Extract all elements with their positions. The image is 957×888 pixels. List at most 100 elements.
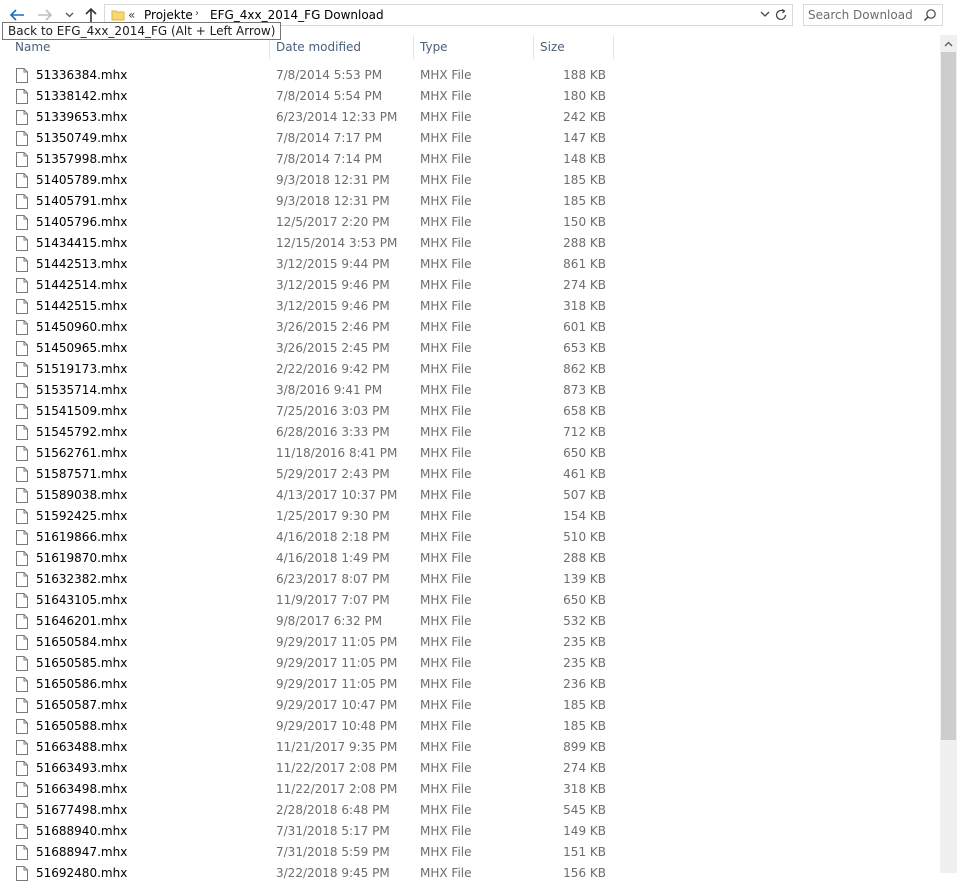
- file-icon: [16, 68, 28, 84]
- address-history-chevron-icon[interactable]: [760, 9, 770, 19]
- file-type: MHX File: [420, 383, 472, 397]
- file-row[interactable]: 51692480.mhx 3/22/2018 9:45 PM MHX File 156…: [0, 863, 940, 884]
- file-row[interactable]: 51663488.mhx 11/21/2017 9:35 PM MHX File 89…: [0, 737, 940, 758]
- file-type: MHX File: [420, 593, 472, 607]
- chevron-up-icon: [944, 41, 953, 46]
- file-size: 185 KB: [563, 719, 606, 733]
- file-row[interactable]: 51650585.mhx 9/29/2017 11:05 PM MHX File 23…: [0, 653, 940, 674]
- file-row[interactable]: 51592425.mhx 1/25/2017 9:30 PM MHX File 154…: [0, 506, 940, 527]
- file-row[interactable]: 51442513.mhx 3/12/2015 9:44 PM MHX File 861…: [0, 254, 940, 275]
- file-date-modified: 2/22/2016 9:42 PM: [276, 362, 390, 376]
- breadcrumb-item[interactable]: Projekte: [144, 8, 193, 22]
- file-icon: [16, 236, 28, 252]
- file-row[interactable]: 51338142.mhx 7/8/2014 5:54 PM MHX File 180 …: [0, 86, 940, 107]
- file-icon: [16, 341, 28, 357]
- file-row[interactable]: 51562761.mhx 11/18/2016 8:41 PM MHX File 65…: [0, 443, 940, 464]
- file-row[interactable]: 51677498.mhx 2/28/2018 6:48 PM MHX File 545…: [0, 800, 940, 821]
- file-row[interactable]: 51535714.mhx 3/8/2016 9:41 PM MHX File 873 …: [0, 380, 940, 401]
- file-icon: [16, 635, 28, 651]
- refresh-icon[interactable]: [774, 8, 788, 22]
- file-icon: [16, 194, 28, 210]
- column-header-size[interactable]: Size: [540, 35, 565, 59]
- file-row[interactable]: 51650584.mhx 9/29/2017 11:05 PM MHX File 23…: [0, 632, 940, 653]
- file-row[interactable]: 51336384.mhx 7/8/2014 5:53 PM MHX File 188 …: [0, 65, 940, 86]
- scroll-up-button[interactable]: [940, 35, 957, 52]
- file-row[interactable]: 51405796.mhx 12/5/2017 2:20 PM MHX File 150…: [0, 212, 940, 233]
- file-row[interactable]: 51357998.mhx 7/8/2014 7:14 PM MHX File 148 …: [0, 149, 940, 170]
- file-row[interactable]: 51450960.mhx 3/26/2015 2:46 PM MHX File 601…: [0, 317, 940, 338]
- file-size: 185 KB: [563, 194, 606, 208]
- scrollbar-thumb[interactable]: [941, 52, 956, 740]
- file-row[interactable]: 51587571.mhx 5/29/2017 2:43 PM MHX File 461…: [0, 464, 940, 485]
- vertical-scrollbar[interactable]: [940, 35, 957, 873]
- file-date-modified: 9/29/2017 10:48 PM: [276, 719, 398, 733]
- breadcrumb-separator[interactable]: ›: [195, 8, 199, 19]
- file-row[interactable]: 51650588.mhx 9/29/2017 10:48 PM MHX File 18…: [0, 716, 940, 737]
- file-icon: [16, 761, 28, 777]
- file-type: MHX File: [420, 446, 472, 460]
- file-name: 51619870.mhx: [36, 551, 128, 565]
- search-input[interactable]: [808, 6, 918, 24]
- file-row[interactable]: 51589038.mhx 4/13/2017 10:37 PM MHX File 50…: [0, 485, 940, 506]
- file-date-modified: 2/28/2018 6:48 PM: [276, 803, 390, 817]
- file-size: 236 KB: [563, 677, 606, 691]
- column-divider[interactable]: [613, 35, 614, 59]
- breadcrumb-current[interactable]: Download: [324, 8, 384, 22]
- file-row[interactable]: 51650587.mhx 9/29/2017 10:47 PM MHX File 18…: [0, 695, 940, 716]
- search-box[interactable]: [803, 4, 943, 26]
- breadcrumb-overflow[interactable]: «: [128, 8, 135, 22]
- file-icon: [16, 110, 28, 126]
- file-row[interactable]: 51339653.mhx 6/23/2014 12:33 PM MHX File 24…: [0, 107, 940, 128]
- file-row[interactable]: 51519173.mhx 2/22/2016 9:42 PM MHX File 862…: [0, 359, 940, 380]
- file-row[interactable]: 51663493.mhx 11/22/2017 2:08 PM MHX File 27…: [0, 758, 940, 779]
- file-row[interactable]: 51650586.mhx 9/29/2017 11:05 PM MHX File 23…: [0, 674, 940, 695]
- breadcrumb-separator[interactable]: ›: [311, 8, 315, 19]
- file-size: 653 KB: [563, 341, 606, 355]
- file-row[interactable]: 51405789.mhx 9/3/2018 12:31 PM MHX File 185…: [0, 170, 940, 191]
- file-row[interactable]: 51619866.mhx 4/16/2018 2:18 PM MHX File 510…: [0, 527, 940, 548]
- file-type: MHX File: [420, 131, 472, 145]
- file-name: 51650588.mhx: [36, 719, 128, 733]
- file-name: 51562761.mhx: [36, 446, 128, 460]
- file-row[interactable]: 51643105.mhx 11/9/2017 7:07 PM MHX File 650…: [0, 590, 940, 611]
- file-row[interactable]: 51545792.mhx 6/28/2016 3:33 PM MHX File 712…: [0, 422, 940, 443]
- file-date-modified: 9/29/2017 11:05 PM: [276, 656, 398, 670]
- file-size: 461 KB: [563, 467, 606, 481]
- file-date-modified: 3/12/2015 9:46 PM: [276, 299, 390, 313]
- file-icon: [16, 719, 28, 735]
- file-row[interactable]: 51646201.mhx 9/8/2017 6:32 PM MHX File 532 …: [0, 611, 940, 632]
- column-header-date[interactable]: Date modified: [276, 35, 361, 59]
- file-size: 288 KB: [563, 551, 606, 565]
- file-row[interactable]: 51632382.mhx 6/23/2017 8:07 PM MHX File 139…: [0, 569, 940, 590]
- column-divider[interactable]: [413, 35, 414, 59]
- file-date-modified: 7/31/2018 5:17 PM: [276, 824, 390, 838]
- file-type: MHX File: [420, 656, 472, 670]
- file-row[interactable]: 51541509.mhx 7/25/2016 3:03 PM MHX File 658…: [0, 401, 940, 422]
- file-row[interactable]: 51442514.mhx 3/12/2015 9:46 PM MHX File 274…: [0, 275, 940, 296]
- file-row[interactable]: 51350749.mhx 7/8/2014 7:17 PM MHX File 147 …: [0, 128, 940, 149]
- file-type: MHX File: [420, 845, 472, 859]
- file-date-modified: 11/22/2017 2:08 PM: [276, 761, 398, 775]
- file-row[interactable]: 51405791.mhx 9/3/2018 12:31 PM MHX File 185…: [0, 191, 940, 212]
- arrow-right-icon: [38, 9, 53, 21]
- breadcrumb-item[interactable]: EFG_4xx_2014_FG: [210, 8, 320, 22]
- file-row[interactable]: 51688947.mhx 7/31/2018 5:59 PM MHX File 151…: [0, 842, 940, 863]
- search-icon[interactable]: [923, 8, 937, 22]
- file-icon: [16, 572, 28, 588]
- file-icon: [16, 383, 28, 399]
- file-size: 712 KB: [563, 425, 606, 439]
- file-row[interactable]: 51688940.mhx 7/31/2018 5:17 PM MHX File 149…: [0, 821, 940, 842]
- file-size: 147 KB: [563, 131, 606, 145]
- file-type: MHX File: [420, 257, 472, 271]
- file-date-modified: 3/26/2015 2:45 PM: [276, 341, 390, 355]
- file-name: 51663498.mhx: [36, 782, 128, 796]
- file-row[interactable]: 51663498.mhx 11/22/2017 2:08 PM MHX File 31…: [0, 779, 940, 800]
- file-size: 150 KB: [563, 215, 606, 229]
- file-row[interactable]: 51442515.mhx 3/12/2015 9:46 PM MHX File 318…: [0, 296, 940, 317]
- file-row[interactable]: 51450965.mhx 3/26/2015 2:45 PM MHX File 653…: [0, 338, 940, 359]
- file-row[interactable]: 51434415.mhx 12/15/2014 3:53 PM MHX File 28…: [0, 233, 940, 254]
- file-icon: [16, 677, 28, 693]
- column-header-type[interactable]: Type: [420, 35, 448, 59]
- column-divider[interactable]: [533, 35, 534, 59]
- file-row[interactable]: 51619870.mhx 4/16/2018 1:49 PM MHX File 288…: [0, 548, 940, 569]
